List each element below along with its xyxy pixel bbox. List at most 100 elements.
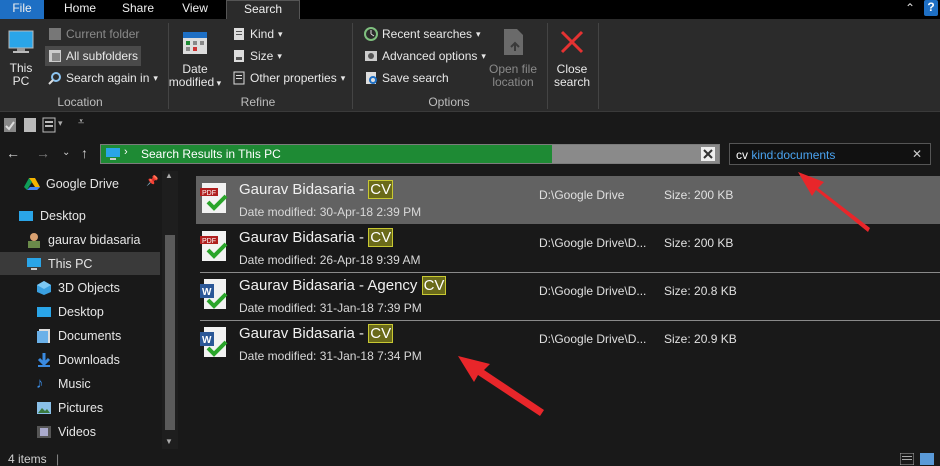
list-item[interactable]: W Gaurav Bidasaria - Agency CV Date modi…: [196, 272, 940, 320]
save-search-icon: [366, 72, 377, 84]
nav-item-label: Music: [58, 376, 91, 391]
view-icon[interactable]: [42, 117, 56, 133]
nav-item-videos[interactable]: Videos: [0, 420, 160, 443]
desktop-icon: [19, 210, 33, 221]
recent-searches-icon: [364, 27, 378, 41]
nav-item-desktop[interactable]: Desktop: [0, 300, 160, 323]
file-date: Date modified: 26-Apr-18 9:39 AM: [239, 253, 421, 267]
address-bar[interactable]: › Search Results in This PC: [100, 144, 720, 164]
open-file-location-icon: [504, 29, 523, 55]
nav-item-label: Pictures: [58, 400, 104, 415]
recent-searches-button[interactable]: Recent searches ▾: [361, 24, 484, 44]
clear-search-icon[interactable]: ✕: [912, 147, 922, 161]
nav-item-pictures[interactable]: Pictures: [0, 396, 160, 419]
nav-item-label: Desktop: [58, 304, 104, 319]
svg-text:PDF: PDF: [202, 238, 216, 245]
file-path: D:\Google Drive: [539, 188, 625, 202]
chevron-down-icon[interactable]: ▾: [58, 118, 63, 129]
nav-scrollbar-thumb[interactable]: [165, 235, 175, 430]
search-highlight: CV: [368, 180, 394, 199]
tab-home[interactable]: Home: [50, 0, 110, 19]
pdf-file-icon: PDF: [200, 231, 228, 261]
scroll-up-icon[interactable]: ▲: [165, 171, 173, 180]
customize-toolbar-icon[interactable]: ⩡: [78, 116, 84, 129]
nav-item-downloads[interactable]: Downloads: [0, 348, 160, 371]
breadcrumb[interactable]: Search Results in This PC: [141, 147, 281, 161]
videos-icon: [37, 425, 51, 438]
details-view-icon[interactable]: [900, 453, 914, 465]
current-folder-button[interactable]: Current folder: [45, 24, 142, 44]
chevron-up-icon[interactable]: ⌃: [905, 1, 915, 15]
all-subfolders-button[interactable]: All subfolders: [45, 46, 142, 66]
nav-item-3d-objects[interactable]: 3D Objects: [0, 276, 160, 299]
file-date: Date modified: 31-Jan-18 7:34 PM: [239, 349, 422, 363]
search-input[interactable]: cv kind:documents ✕: [729, 143, 931, 165]
date-modified-button[interactable]: Date modified ▾: [168, 29, 222, 90]
tab-view[interactable]: View: [166, 0, 224, 19]
stop-search-icon[interactable]: [701, 147, 715, 161]
ribbon-tab-bar: File Home Share View Search ⌃ ?: [0, 0, 940, 19]
kind-button[interactable]: Kind ▾: [229, 24, 286, 44]
advanced-options-button[interactable]: Advanced options ▾: [361, 46, 489, 66]
folder-icon: [49, 28, 61, 40]
chevron-down-icon: ▾: [278, 29, 283, 39]
search-term: cv: [736, 148, 748, 162]
close-search-button[interactable]: Close search: [550, 27, 594, 89]
forward-arrow-icon[interactable]: →: [36, 145, 50, 161]
nav-item-music[interactable]: ♪ Music: [0, 372, 160, 395]
other-properties-button[interactable]: Other properties ▾: [229, 68, 348, 88]
list-item[interactable]: W Gaurav Bidasaria - CV Date modified: 3…: [196, 320, 940, 368]
new-file-icon[interactable]: [23, 117, 37, 133]
help-icon[interactable]: ?: [924, 0, 938, 16]
recent-locations-chevron-icon[interactable]: ⌄: [62, 147, 70, 158]
file-date: Date modified: 30-Apr-18 2:39 PM: [239, 205, 422, 219]
ribbon-separator: [352, 23, 353, 109]
svg-text:W: W: [202, 287, 212, 298]
file-path: D:\Google Drive\D...: [539, 332, 647, 346]
chevron-down-icon: ▾: [277, 51, 282, 61]
this-pc-icon: [106, 148, 120, 160]
pin-icon[interactable]: 📌: [146, 176, 158, 187]
file-name: Gaurav Bidasaria - Agency CV: [239, 276, 447, 295]
pdf-file-icon: PDF: [200, 183, 228, 213]
tab-share[interactable]: Share: [110, 0, 166, 19]
properties-icon[interactable]: [3, 117, 17, 133]
scroll-down-icon[interactable]: ▼: [165, 437, 173, 446]
nav-item-desktop-root[interactable]: Desktop: [0, 204, 160, 227]
up-arrow-icon[interactable]: ↑: [81, 145, 88, 161]
large-icons-view-icon[interactable]: [920, 453, 934, 465]
file-date: Date modified: 31-Jan-18 7:39 PM: [239, 301, 422, 315]
nav-item-documents[interactable]: Documents: [0, 324, 160, 347]
nav-scrollbar[interactable]: ▲ ▼: [162, 171, 178, 449]
this-pc-icon: [27, 257, 41, 270]
downloads-icon: [37, 352, 51, 367]
save-search-button[interactable]: Save search: [361, 68, 452, 88]
tab-search[interactable]: Search: [226, 0, 300, 19]
nav-item-this-pc[interactable]: This PC: [0, 252, 160, 275]
open-file-location-button[interactable]: Open file location: [484, 27, 542, 89]
file-size: Size: 200 KB: [664, 236, 734, 250]
size-button[interactable]: Size ▾: [229, 46, 285, 66]
this-pc-button[interactable]: This PC: [4, 25, 38, 88]
search-filter: kind:documents: [751, 148, 836, 162]
other-properties-label: Other properties: [250, 71, 337, 85]
breadcrumb-separator-icon[interactable]: ›: [124, 146, 128, 158]
this-pc-label-2: PC: [12, 74, 30, 88]
3d-objects-icon: [37, 280, 51, 295]
search-again-in-label: Search again in: [66, 71, 150, 85]
back-arrow-icon[interactable]: ←: [6, 145, 20, 161]
search-again-in-button[interactable]: Search again in ▾: [45, 68, 161, 88]
date-modified-label-2-row: modified ▾: [168, 76, 222, 90]
nav-item-google-drive[interactable]: Google Drive 📌: [0, 172, 160, 195]
tab-file[interactable]: File: [0, 0, 44, 19]
kind-icon: [234, 28, 244, 40]
row-divider: [200, 320, 940, 321]
ribbon-separator: [547, 23, 548, 109]
size-label: Size: [250, 49, 274, 63]
advanced-options-label: Advanced options: [382, 49, 478, 63]
file-path: D:\Google Drive\D...: [539, 284, 647, 298]
status-separator: |: [56, 452, 60, 466]
annotation-arrow-result: [458, 356, 544, 416]
nav-item-user[interactable]: gaurav bidasaria: [0, 228, 160, 251]
nav-item-label: Videos: [58, 424, 96, 439]
